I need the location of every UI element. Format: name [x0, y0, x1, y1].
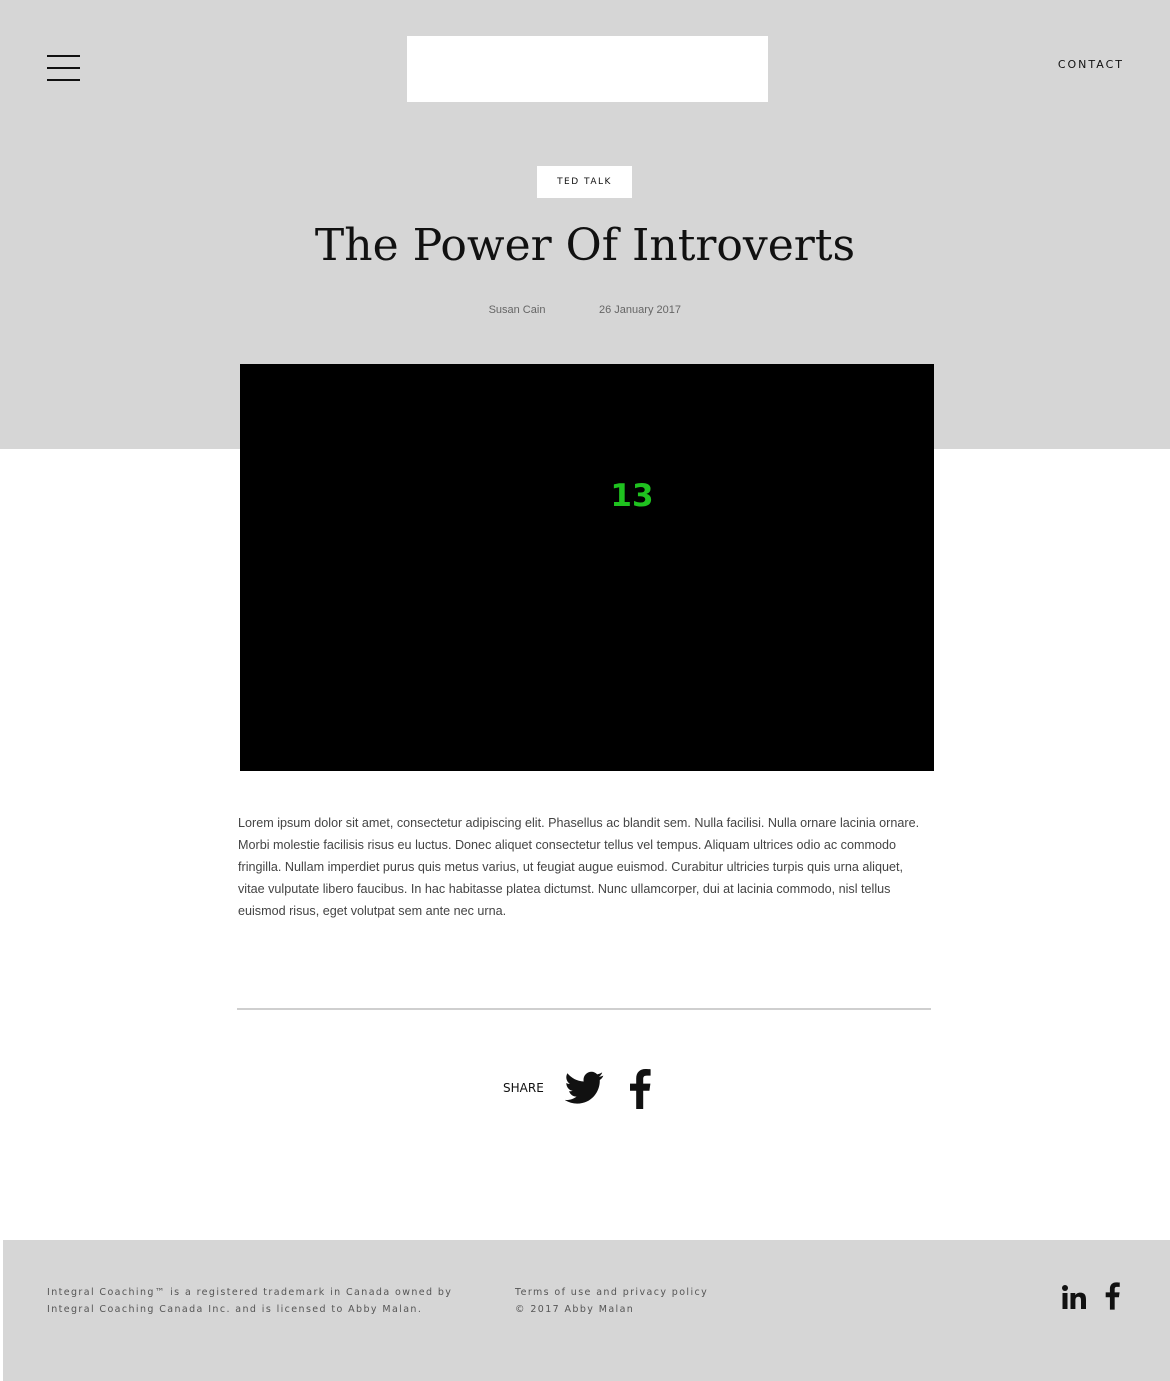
linkedin-icon[interactable]: [1062, 1283, 1086, 1311]
footer-legal-line: Integral Coaching™ is a registered trade…: [47, 1287, 453, 1298]
divider: [237, 1008, 931, 1010]
site-logo[interactable]: [407, 36, 768, 102]
facebook-icon[interactable]: [1105, 1281, 1120, 1311]
facebook-icon[interactable]: [629, 1069, 651, 1109]
post-author: Susan Cain: [488, 304, 546, 316]
footer-legal-text: Integral Coaching™ is a registered trade…: [47, 1284, 467, 1318]
page-title: The Power Of Introverts: [314, 220, 856, 271]
video-player[interactable]: [240, 364, 934, 771]
category-badge[interactable]: TED TALK: [537, 166, 632, 198]
video-overlay-text: 13: [610, 478, 654, 514]
post-date: 26 January 2017: [599, 304, 681, 316]
copyright-text: © 2017 Abby Malan: [515, 1304, 635, 1315]
terms-link[interactable]: Terms of use and privacy policy: [515, 1284, 775, 1301]
hamburger-menu-icon[interactable]: [47, 54, 80, 82]
post-body: Lorem ipsum dolor sit amet, consectetur …: [238, 816, 920, 918]
footer-links: Terms of use and privacy policy © 2017 A…: [515, 1284, 775, 1318]
contact-link[interactable]: CONTACT: [1058, 58, 1124, 71]
footer-legal-line: Integral Coaching Canada Inc. and is lic…: [47, 1304, 423, 1315]
share-label: SHARE: [503, 1081, 544, 1095]
twitter-icon[interactable]: [565, 1071, 604, 1105]
